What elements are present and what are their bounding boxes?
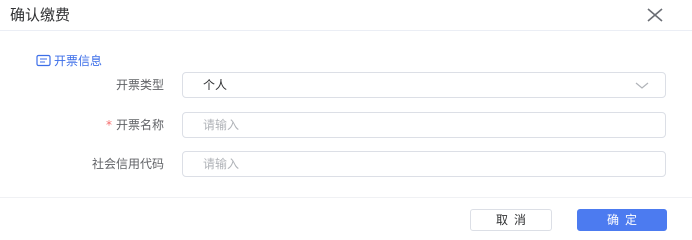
form-row-credit-code: 社会信用代码 请输入 [0, 151, 692, 177]
required-mark: * [105, 118, 112, 132]
close-icon [647, 8, 663, 22]
section-invoice-info: 开票信息 [36, 52, 102, 68]
cancel-button[interactable]: 取消 [470, 209, 552, 231]
form-row-invoice-type: 开票类型 个人 [0, 72, 692, 98]
dialog-header: 确认缴费 [0, 0, 692, 31]
section-title: 开票信息 [54, 53, 103, 68]
invoice-name-label-text: 开票名称 [115, 118, 164, 132]
invoice-type-value: 个人 [203, 78, 228, 92]
credit-code-input[interactable]: 请输入 [182, 151, 666, 177]
invoice-type-label: 开票类型 [115, 78, 164, 92]
footer-divider [0, 197, 692, 198]
confirm-button[interactable]: 确定 [577, 209, 667, 231]
confirm-payment-dialog: 确认缴费 开票信息 开票类型 个人 * 开票名称 请输入 社会信用代码 请输入 … [0, 0, 692, 236]
invoice-icon [36, 54, 51, 66]
invoice-name-input[interactable]: 请输入 [182, 112, 666, 138]
credit-code-label: 社会信用代码 [91, 157, 164, 171]
invoice-name-placeholder: 请输入 [203, 118, 240, 132]
credit-code-placeholder: 请输入 [203, 157, 240, 171]
chevron-down-icon [635, 82, 649, 89]
invoice-type-select[interactable]: 个人 [182, 72, 666, 98]
dialog-title: 确认缴费 [10, 6, 71, 24]
invoice-name-label: * 开票名称 [106, 112, 164, 138]
form-row-invoice-name: * 开票名称 请输入 [0, 112, 692, 138]
close-button[interactable] [640, 4, 670, 26]
